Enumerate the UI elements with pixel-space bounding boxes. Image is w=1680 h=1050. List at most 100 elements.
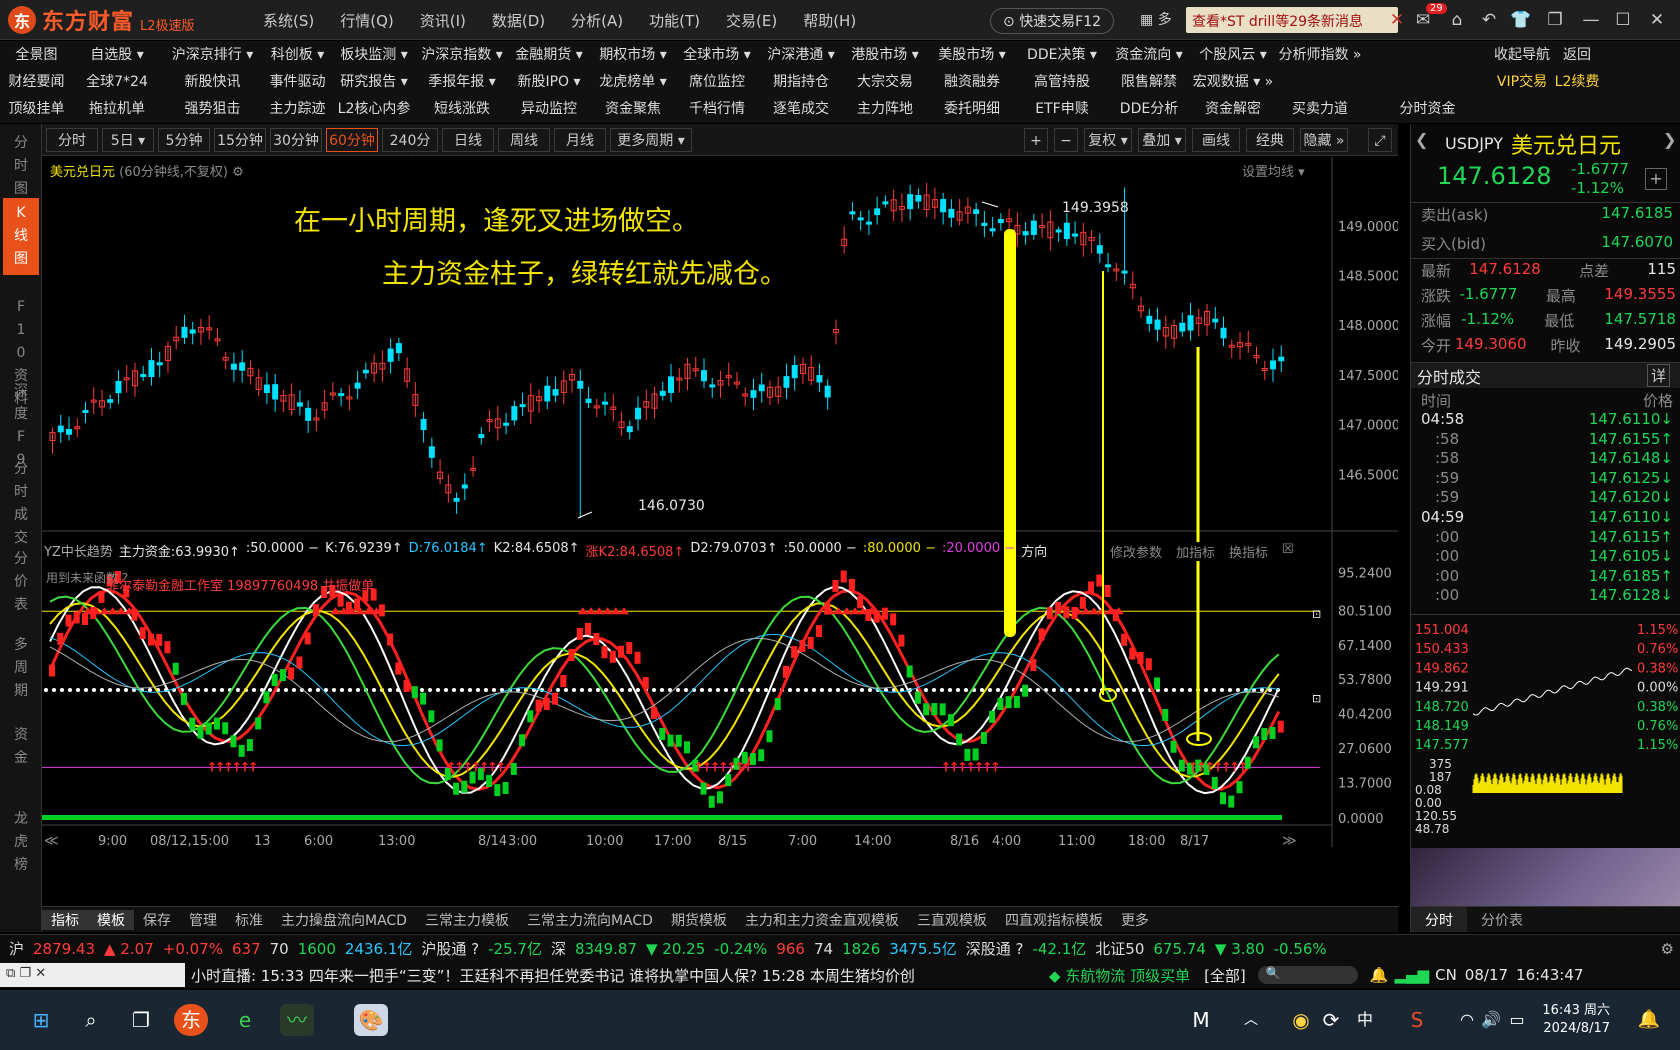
template-tab[interactable]: 三常主力模板	[416, 910, 518, 930]
ticker-item[interactable]: 70	[270, 940, 289, 958]
nav-item[interactable]: 拖拉机单	[73, 96, 161, 122]
ticker-item[interactable]: -25.7亿	[488, 938, 542, 959]
ticker-item[interactable]: 675.74	[1153, 940, 1206, 958]
news-headline[interactable]: 小时直播: 15:33 四年来一把手“三变”！王廷科不再担任党委书记 谁将执掌中…	[191, 965, 1041, 986]
nav-item[interactable]: 限售解禁	[1107, 69, 1191, 95]
period-button[interactable]: 更多周期 ▾	[610, 128, 692, 152]
ticker-item[interactable]: 1600	[298, 940, 336, 958]
template-tab[interactable]: 四直观指标模板	[996, 910, 1112, 930]
chart-tool-button[interactable]: 隐藏 »	[1300, 128, 1348, 152]
indicator-name[interactable]: YZ中长趋势	[44, 541, 113, 559]
nav-item[interactable]: 全球市场 ▾	[675, 42, 759, 68]
menu-system[interactable]: 系统(S)	[250, 10, 327, 31]
chart-tool-button[interactable]: 经典	[1246, 128, 1294, 152]
ticker-item[interactable]: 北证50	[1095, 938, 1144, 959]
nav-item[interactable]: 大宗交易	[843, 69, 927, 95]
tray-m-icon[interactable]: M	[1184, 1004, 1218, 1036]
add-indicator-button[interactable]: 加指标	[1176, 542, 1215, 561]
nav-item[interactable]: 主力阵地	[843, 96, 927, 122]
fullscreen-icon[interactable]: ⤢	[1368, 128, 1392, 152]
mini-intraday-chart[interactable]: 151.004 150.433 149.862 149.291 148.720 148.1…	[1411, 618, 1680, 848]
ticker-item[interactable]: -42.1亿	[1032, 938, 1086, 959]
nav-item[interactable]: 自选股 ▾	[73, 42, 161, 68]
menu-analysis[interactable]: 分析(A)	[558, 10, 636, 31]
nav-item[interactable]: 个股风云 ▾	[1191, 42, 1275, 68]
ticker-item[interactable]: ▼ 3.80	[1215, 940, 1265, 958]
add-watch-icon[interactable]: +	[1645, 168, 1667, 190]
ticker-item[interactable]: 沪股通 ?	[421, 938, 479, 959]
nav-item[interactable]: 科创板 ▾	[264, 42, 331, 68]
nav-item[interactable]: L2续费	[1554, 69, 1600, 95]
ticker-item[interactable]: 74	[814, 940, 833, 958]
restore-icon[interactable]: ❐	[1544, 10, 1566, 32]
news-notice-button[interactable]: 查看*ST drill等29条新消息	[1186, 7, 1398, 33]
period-button[interactable]: 30分钟	[270, 128, 322, 152]
undo-icon[interactable]: ↶	[1478, 10, 1500, 32]
ticks-detail-button[interactable]: 详	[1647, 364, 1671, 387]
menu-function[interactable]: 功能(T)	[636, 10, 713, 31]
ticker-item[interactable]: ▲ 2.07	[104, 940, 154, 958]
ticker-item[interactable]: -0.56%	[1274, 940, 1327, 958]
nav-item[interactable]: L2核心内参	[331, 96, 417, 122]
nav-item[interactable]: 分析师指数 »	[1275, 42, 1365, 68]
template-tab[interactable]: 三直观模板	[908, 910, 996, 930]
browser-icon[interactable]: e	[228, 1004, 262, 1036]
nav-item[interactable]: 事件驱动	[264, 69, 331, 95]
menu-trade[interactable]: 交易(E)	[713, 10, 790, 31]
nav-item[interactable]: 板块监测 ▾	[331, 42, 417, 68]
nav-item[interactable]: 新股快讯	[161, 69, 264, 95]
news-stock-alert[interactable]: ◆ 东航物流 顶级买单	[1049, 965, 1190, 986]
period-button[interactable]: 15分钟	[214, 128, 266, 152]
nav-item[interactable]: 席位监控	[675, 69, 759, 95]
tab-intraday[interactable]: 分时	[1411, 907, 1467, 932]
template-tab[interactable]: 主力和主力资金直观模板	[736, 910, 908, 930]
ticker-item[interactable]: 8349.87	[575, 940, 637, 958]
left-tab[interactable]: 分时成交	[3, 454, 39, 554]
ticker-item[interactable]: 2879.43	[33, 940, 95, 958]
nav-item[interactable]: 强势狙击	[161, 96, 264, 122]
template-tab[interactable]: 主力操盘流向MACD	[272, 910, 416, 930]
nav-item[interactable]: VIP交易	[1490, 69, 1554, 95]
close-icon[interactable]: ✕	[1646, 10, 1668, 32]
settings-gear-icon[interactable]: ⚙	[232, 165, 244, 180]
left-tab[interactable]: 分价表	[3, 544, 39, 621]
template-tab[interactable]: 标准	[226, 910, 272, 930]
ticker-settings-icon[interactable]: ⚙	[1661, 940, 1674, 958]
tab-price-table[interactable]: 分价表	[1467, 907, 1537, 932]
nav-item[interactable]: 新股IPO ▾	[507, 69, 591, 95]
sync-icon[interactable]: ⟳	[1314, 1004, 1348, 1036]
nav-item[interactable]: 全景图	[0, 42, 73, 68]
template-tab[interactable]: 三常主力流向MACD	[518, 910, 662, 930]
period-button[interactable]: 分时	[46, 128, 98, 152]
nav-item[interactable]: DDE分析	[1107, 96, 1191, 122]
home-icon[interactable]: ⌂	[1446, 10, 1468, 32]
nav-item[interactable]: 沪深港通 ▾	[759, 42, 843, 68]
nav-item[interactable]: 逐笔成交	[759, 96, 843, 122]
template-tab[interactable]: 模板	[88, 909, 134, 930]
chart-tool-button[interactable]: −	[1054, 128, 1078, 152]
nav-item[interactable]: 龙虎榜单 ▾	[591, 69, 675, 95]
ime-icon[interactable]: 中	[1348, 1004, 1382, 1036]
nav-item[interactable]: ETF申赎	[1017, 96, 1107, 122]
period-button[interactable]: 周线	[498, 128, 550, 152]
template-tab[interactable]: 管理	[180, 910, 226, 930]
nav-item[interactable]: DDE决策 ▾	[1017, 42, 1107, 68]
template-tab[interactable]: 更多	[1112, 910, 1158, 930]
period-button[interactable]: 日线	[442, 128, 494, 152]
mini-window[interactable]: ⧉ ❐ ✕	[0, 963, 185, 987]
nav-item[interactable]: 金融期货 ▾	[507, 42, 591, 68]
left-tab[interactable]: K线图	[3, 198, 39, 275]
ticker-item[interactable]: 深股通 ?	[966, 938, 1024, 959]
period-button[interactable]: 月线	[554, 128, 606, 152]
app-logo[interactable]: 东 东方财富 L2极速版	[8, 5, 195, 35]
nav-item[interactable]: 买卖力道	[1275, 96, 1365, 122]
chart-tool-button[interactable]: +	[1024, 128, 1048, 152]
battery-icon[interactable]: ▭	[1500, 1004, 1534, 1036]
nav-item[interactable]: 期权市场 ▾	[591, 42, 675, 68]
nav-item[interactable]: 全球7*24	[73, 69, 161, 95]
nav-item[interactable]: 短线涨跌	[417, 96, 507, 122]
modify-params-button[interactable]: 修改参数	[1110, 542, 1162, 561]
ticker-item[interactable]: 1826	[842, 940, 880, 958]
task-view-icon[interactable]: ❐	[124, 1004, 158, 1036]
ticker-item[interactable]: +0.07%	[163, 940, 223, 958]
